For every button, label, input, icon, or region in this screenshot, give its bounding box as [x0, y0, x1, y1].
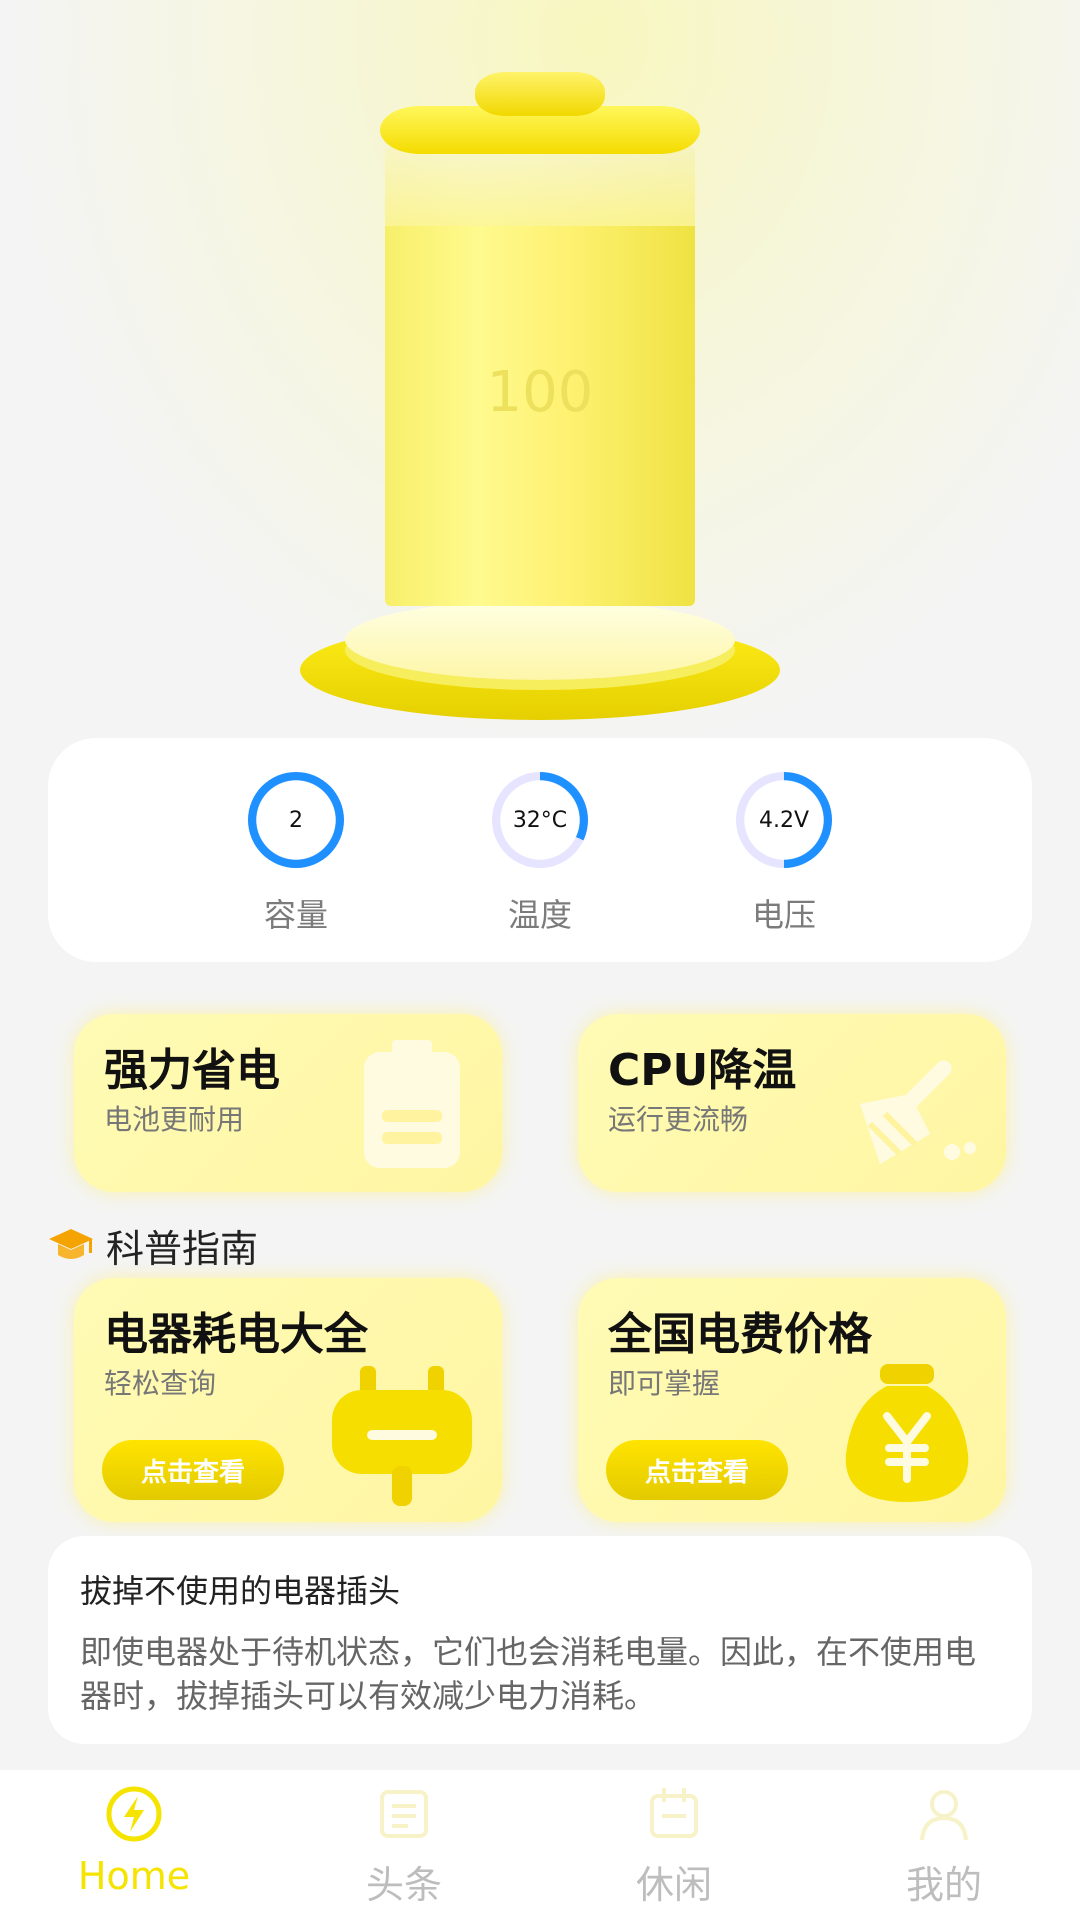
battery-illustration: 100: [290, 60, 790, 740]
nav-leisure[interactable]: 休闲: [574, 1784, 774, 1909]
temperature-value: 32°C: [512, 807, 568, 833]
battery-icon: [364, 1040, 460, 1168]
money-bag-icon: [845, 1364, 969, 1502]
capacity-label: 容量: [263, 896, 328, 934]
voltage-ring: 4.2V: [736, 772, 832, 868]
plug-icon: [332, 1366, 472, 1506]
graduation-cap-icon: [49, 1228, 93, 1259]
cpu-cooling-card[interactable]: CPU降温 运行更流畅: [578, 1014, 1006, 1192]
nav-home-label: Home: [77, 1854, 191, 1898]
power-saving-card[interactable]: 强力省电 电池更耐用: [74, 1014, 502, 1192]
calendar-icon: [650, 1788, 698, 1838]
battery-level-text: 100: [486, 360, 594, 425]
power-saving-subtitle: 电池更耐用: [104, 1103, 245, 1136]
nav-profile-label: 我的: [905, 1863, 982, 1907]
appliance-view-button[interactable]: 点击查看: [102, 1440, 284, 1500]
energy-tip-card: 拔掉不使用的电器插头 即使电器处于待机状态，它们也会消耗电量。因此，在不使用电器…: [48, 1536, 1032, 1744]
capacity-ring: 2: [248, 772, 344, 868]
cpu-cooling-subtitle: 运行更流畅: [608, 1103, 749, 1136]
temperature-label: 温度: [507, 896, 572, 934]
voltage-label: 电压: [751, 896, 816, 934]
electricity-price-subtitle: 即可掌握: [608, 1367, 721, 1400]
appliance-usage-subtitle: 轻松查询: [104, 1367, 217, 1400]
stat-voltage: 4.2V 电压: [684, 772, 884, 936]
stat-capacity: 2 容量: [196, 772, 396, 936]
broom-icon: [860, 1060, 976, 1164]
power-saving-title: 强力省电: [104, 1045, 280, 1096]
guide-section-title: 科普指南: [106, 1227, 259, 1271]
temperature-ring: 32°C: [492, 772, 588, 868]
guide-section-header: 科普指南: [48, 1218, 258, 1273]
nav-profile[interactable]: 我的: [844, 1784, 1044, 1909]
stat-temperature: 32°C 温度: [440, 772, 640, 936]
tip-title: 拔掉不使用的电器插头: [80, 1572, 401, 1610]
cpu-cooling-title: CPU降温: [608, 1045, 797, 1096]
voltage-value: 4.2V: [758, 807, 810, 833]
electricity-price-title: 全国电费价格: [608, 1309, 872, 1360]
electricity-price-card[interactable]: 全国电费价格 即可掌握 点击查看: [578, 1278, 1006, 1522]
tip-body: 即使电器处于待机状态，它们也会消耗电量。因此，在不使用电器时，拔掉插头可以有效减…: [80, 1633, 977, 1715]
bottom-navigation: Home 头条 休闲 我的: [0, 1770, 1080, 1920]
nav-leisure-label: 休闲: [635, 1863, 712, 1907]
nav-headlines[interactable]: 头条: [304, 1784, 504, 1909]
appliance-usage-title: 电器耗电大全: [104, 1309, 368, 1360]
battery-terminal: [475, 72, 605, 116]
battery-base-platform: [345, 600, 735, 680]
price-view-button[interactable]: 点击查看: [606, 1440, 788, 1500]
user-icon: [920, 1790, 968, 1841]
nav-headlines-label: 头条: [365, 1863, 442, 1907]
nav-home[interactable]: Home: [34, 1784, 234, 1898]
battery-stats-card: 2 容量 32°C 温度 4.2V 电压: [48, 738, 1032, 962]
capacity-value: 2: [289, 807, 303, 833]
lightning-icon: [106, 1786, 162, 1842]
battery-glass: [385, 146, 695, 226]
appliance-usage-card[interactable]: 电器耗电大全 轻松查询 点击查看: [74, 1278, 502, 1522]
news-icon: [380, 1790, 428, 1838]
